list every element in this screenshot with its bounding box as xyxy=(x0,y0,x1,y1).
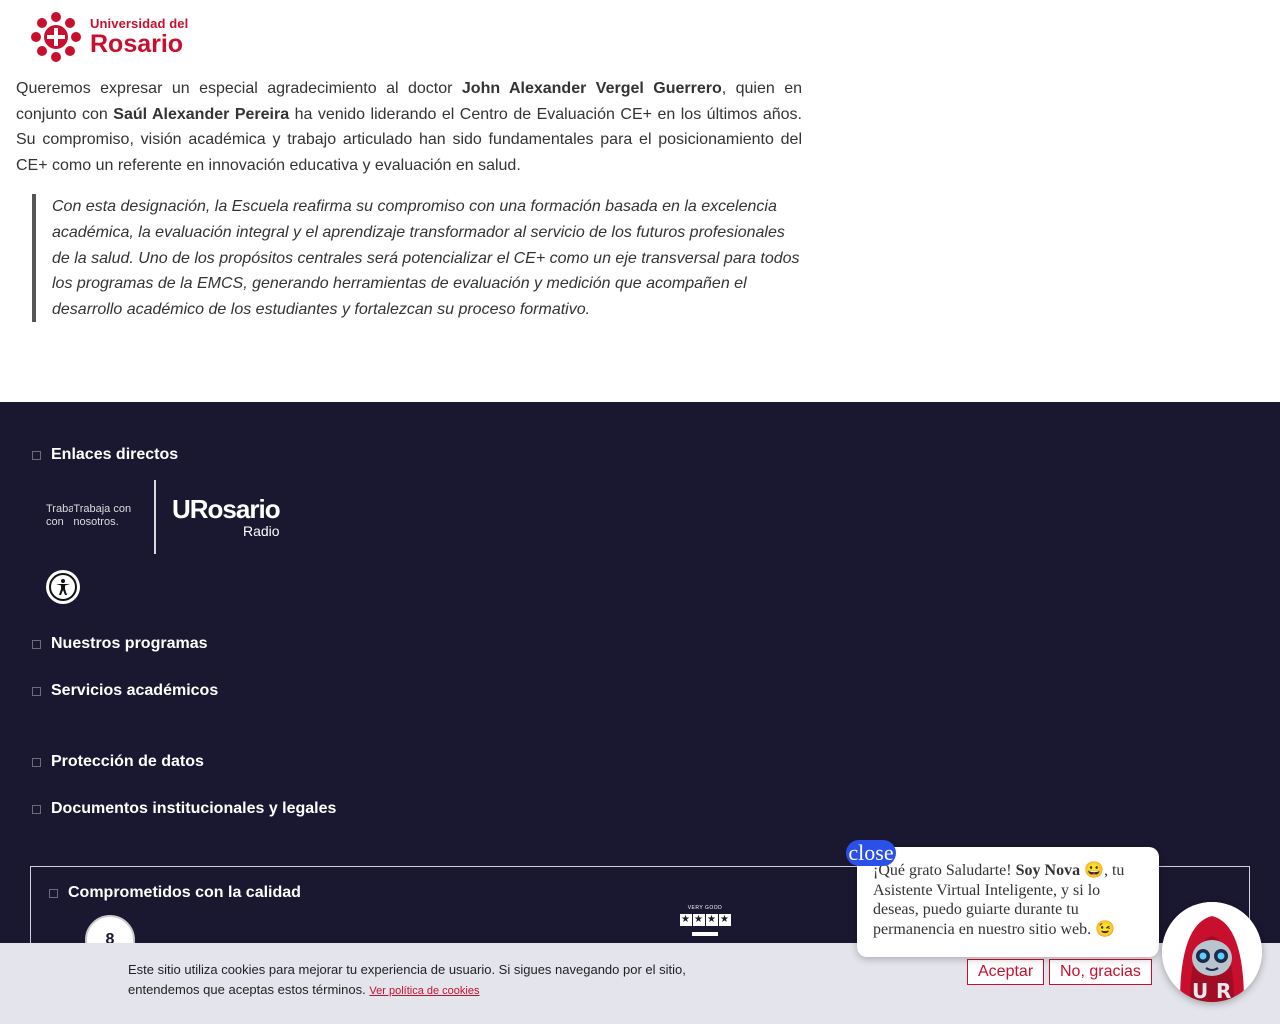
chat-close-button[interactable]: close xyxy=(846,840,896,866)
chat-message: ¡Qué grato Saludarte! xyxy=(873,862,1016,879)
university-logo[interactable]: Universidad del Rosario xyxy=(28,8,188,66)
star-icons: ★ ★ ★ ★ xyxy=(677,914,733,926)
work-with-us-text: Trabaja con nosotros. xyxy=(73,503,132,528)
star-icon: ★ xyxy=(692,914,705,926)
name-john-vergel: John Alexander Vergel Guerrero xyxy=(461,80,722,97)
accordion-label: Servicios académicos xyxy=(51,682,219,699)
accordion-programs[interactable]: Nuestros programas xyxy=(32,635,208,653)
accordion-label: Nuestros programas xyxy=(51,635,208,652)
cookie-policy-link[interactable]: Ver política de cookies xyxy=(369,985,479,997)
urosario-radio-link[interactable]: URosario Radio xyxy=(172,494,281,539)
rating-badge: VERY GOOD ★ ★ ★ ★ xyxy=(677,905,733,936)
star-icon: ★ xyxy=(718,914,731,926)
rating-bar xyxy=(692,932,718,936)
star-icon: ★ xyxy=(705,914,718,926)
accordion-label: Enlaces directos xyxy=(51,446,179,463)
accordion-quality[interactable]: Comprometidos con la calidad xyxy=(49,884,301,902)
accept-cookies-button[interactable]: Aceptar xyxy=(967,959,1045,985)
rating-label: VERY GOOD xyxy=(687,905,723,911)
chat-greeting-bubble: ¡Qué grato Saludarte! Soy Nova 😀, tu Asi… xyxy=(857,847,1159,957)
radio-logo-sub: Radio xyxy=(242,523,280,539)
robot-avatar-icon: U R xyxy=(1162,902,1262,1002)
article-body: Queremos expresar un especial agradecimi… xyxy=(16,76,802,323)
accordion-toggle-icon xyxy=(32,757,41,767)
logo-text-line1: Universidad del xyxy=(90,16,189,31)
accordion-toggle-icon xyxy=(32,450,41,460)
paragraph-text: Queremos expresar un especial agradecimi… xyxy=(16,80,462,97)
star-icon: ★ xyxy=(679,914,692,926)
broken-image-alt: Trabaja con xyxy=(46,503,74,528)
work-with-us-link[interactable]: Trabaja con Trabaja con nosotros. xyxy=(46,487,154,547)
name-saul-pereira: Saúl Alexander Pereira xyxy=(113,105,290,123)
accordion-toggle-icon xyxy=(32,686,41,696)
accordion-toggle-icon xyxy=(32,804,41,814)
decline-cookies-button[interactable]: No, gracias xyxy=(1049,959,1152,985)
article-paragraph: Queremos expresar un especial agradecimi… xyxy=(16,76,802,178)
divider xyxy=(154,480,156,554)
accordion-toggle-icon xyxy=(49,888,58,898)
logo-text-line2: Rosario xyxy=(90,30,184,58)
blockquote: Con esta designación, la Escuela reafirm… xyxy=(32,194,802,323)
chat-assistant-avatar[interactable]: U R xyxy=(1162,902,1262,1002)
accordion-direct-links[interactable]: Enlaces directos xyxy=(32,446,178,464)
direct-links-row: Trabaja con Trabaja con nosotros. URosar… xyxy=(46,480,281,554)
cookie-message: Este sitio utiliza cookies para mejorar … xyxy=(128,960,728,1001)
radio-logo-main: URosario xyxy=(172,494,281,524)
quote-text: Con esta designación, la Escuela reafirm… xyxy=(52,198,800,318)
chat-assistant-name: Soy Nova xyxy=(1015,862,1081,879)
svg-text:U: U xyxy=(1192,979,1208,1002)
accordion-label: Comprometidos con la calidad xyxy=(68,884,301,901)
svg-text:R: R xyxy=(1216,979,1231,1002)
accordion-institutional-documents[interactable]: Documentos institucionales y legales xyxy=(32,800,336,818)
accordion-toggle-icon xyxy=(32,639,41,649)
accessibility-icon xyxy=(49,573,77,601)
accordion-data-protection[interactable]: Protección de datos xyxy=(32,753,204,771)
accordion-label: Documentos institucionales y legales xyxy=(51,800,337,817)
crest-icon xyxy=(31,12,81,62)
accordion-label: Protección de datos xyxy=(51,753,204,770)
accessibility-button[interactable] xyxy=(46,570,80,604)
accordion-academic-services[interactable]: Servicios académicos xyxy=(32,682,218,700)
